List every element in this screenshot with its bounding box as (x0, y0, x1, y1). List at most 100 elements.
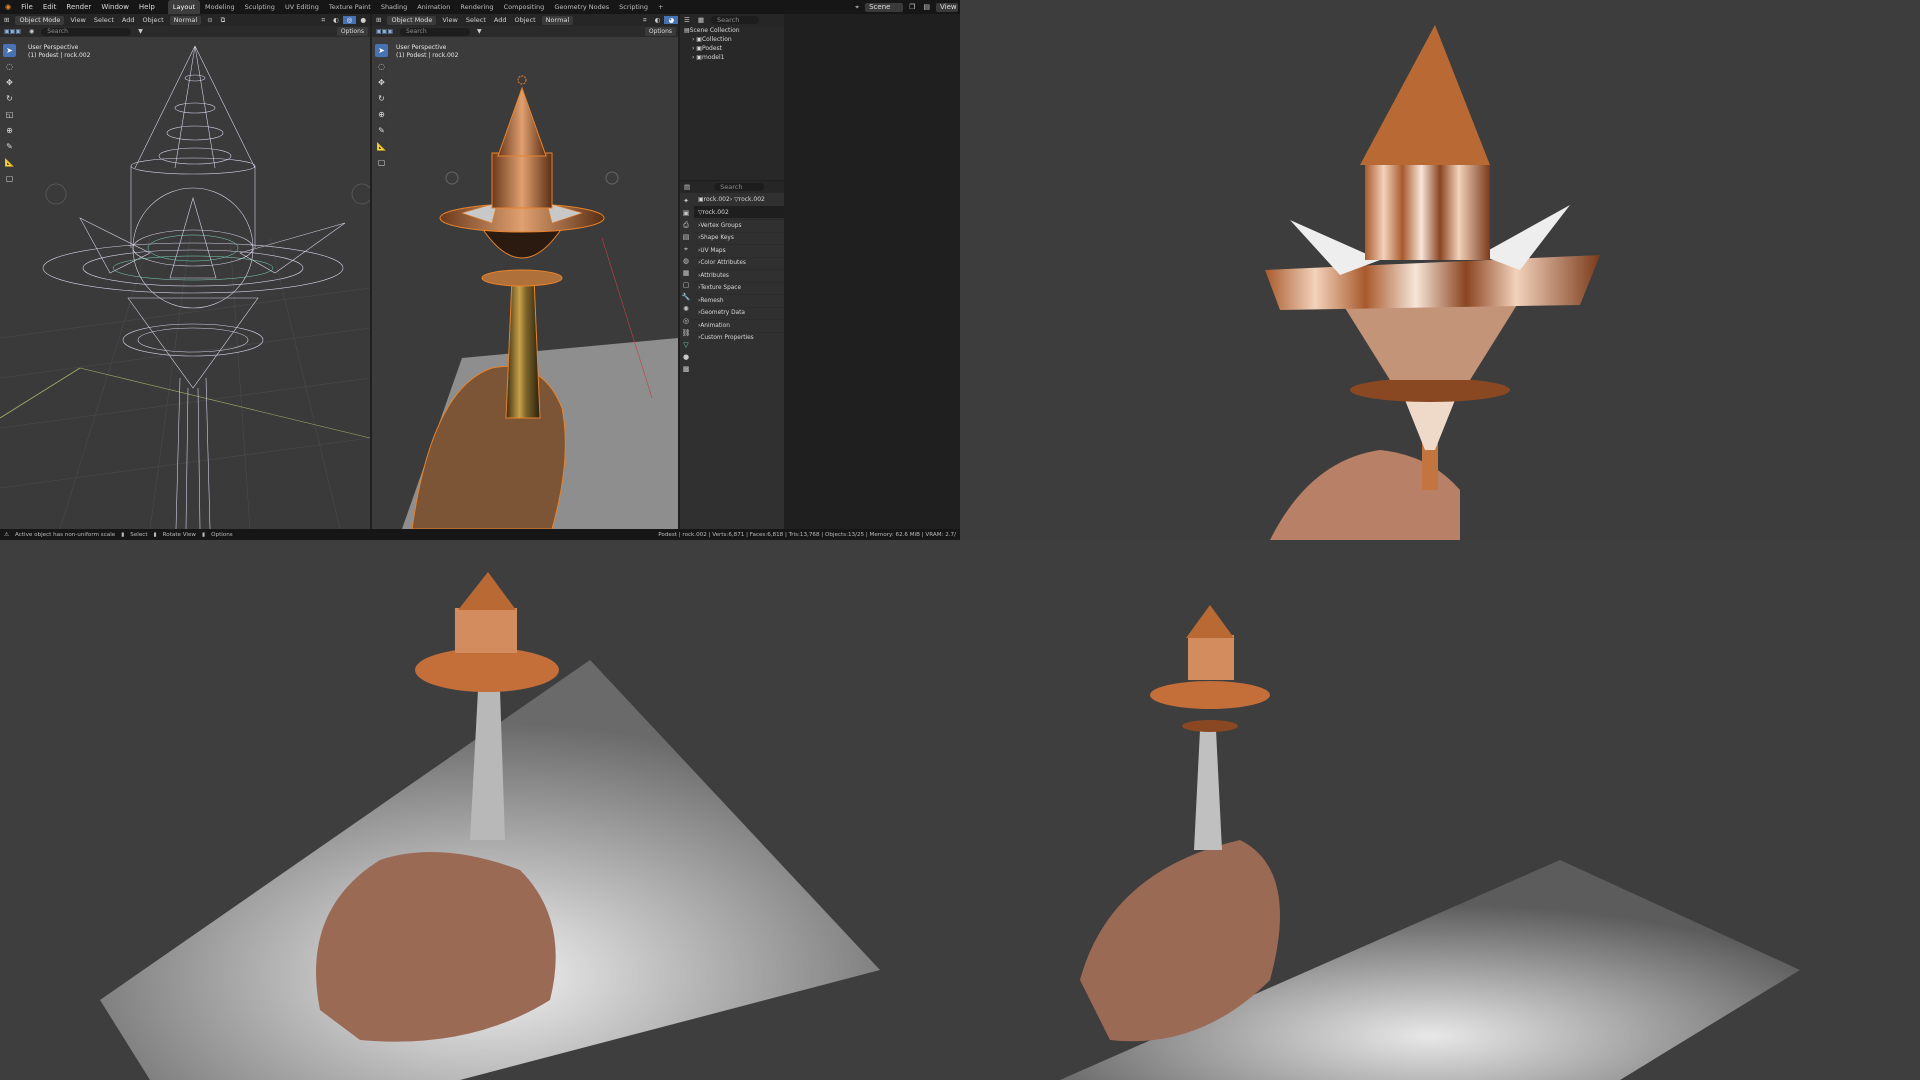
panel-color-attributes[interactable]: › Color Attributes (694, 256, 784, 270)
display-mode-icon[interactable]: ▦ (694, 16, 708, 24)
panel-animation[interactable]: › Animation (694, 319, 784, 332)
panel-label: Geometry Data (700, 310, 745, 317)
search-input[interactable]: Search (400, 27, 471, 36)
add-menu[interactable]: Add (118, 16, 139, 24)
mode-selector[interactable]: Object Mode (387, 15, 437, 25)
modifier-icon[interactable]: 🔧 (680, 291, 692, 303)
select-menu[interactable]: Select (90, 16, 118, 24)
outliner-item[interactable]: › ▣ model1 (680, 53, 784, 62)
tab-compositing[interactable]: Compositing (499, 0, 550, 14)
filter-icon[interactable]: ▼ (473, 28, 486, 35)
data-icon[interactable]: ▽ (680, 339, 692, 351)
mesh-name-field[interactable]: rock.002 (703, 209, 729, 216)
viewport-rendered[interactable]: ⊞ Object Mode View Select Add Object Nor… (372, 14, 678, 529)
workspace-tabs: Layout Modeling Sculpting UV Editing Texture… (167, 0, 669, 14)
panel-texture-space[interactable]: › Texture Space (694, 281, 784, 295)
physics-icon[interactable]: ◎ (680, 315, 692, 327)
tab-modeling[interactable]: Modeling (200, 0, 240, 14)
panel-label: Texture Space (700, 285, 742, 292)
tab-scripting[interactable]: Scripting (614, 0, 653, 14)
editor-type-icon[interactable]: ▤ (680, 183, 694, 191)
orientation-selector[interactable]: Normal (169, 15, 202, 25)
object-icon[interactable]: ▢ (680, 279, 692, 291)
mouse-middle-icon: ▮ (153, 531, 157, 538)
particles-icon[interactable]: ✺ (680, 303, 692, 315)
outliner-search-input[interactable]: Search (710, 16, 759, 24)
editor-type-icon[interactable]: ⊞ (0, 16, 13, 24)
visibility-icon[interactable]: ◉ (25, 28, 38, 35)
menu-window[interactable]: Window (96, 0, 134, 14)
material-icon[interactable]: ● (680, 351, 692, 363)
panel-shape-keys[interactable]: › Shape Keys (694, 231, 784, 245)
status-select: Select (130, 531, 148, 538)
options-button[interactable]: Options (336, 27, 368, 36)
menu-render[interactable]: Render (61, 0, 96, 14)
scene-selector[interactable]: Scene (865, 2, 904, 12)
viewport-wireframe[interactable]: ⊞ Object Mode View Select Add Object Nor… (0, 14, 370, 529)
panel-vertex-groups[interactable]: › Vertex Groups (694, 219, 784, 232)
mode-selector[interactable]: Object Mode (15, 15, 65, 25)
view-layer-icon[interactable]: ▤ (680, 231, 692, 243)
outliner-item[interactable]: › ▣ Collection (680, 35, 784, 44)
gizmo-icon[interactable]: ⌗ (639, 16, 651, 25)
view-layer-selector[interactable]: View (936, 2, 958, 12)
orientation-selector[interactable]: Normal (541, 15, 574, 25)
shading-wire-icon[interactable]: ◎ (342, 16, 357, 24)
collection-icon[interactable]: ▦ (680, 267, 692, 279)
selection-mode-icon[interactable]: ▣▣▣ (372, 28, 397, 35)
panel-uv-maps[interactable]: › UV Maps (694, 244, 784, 257)
panel-remesh[interactable]: › Remesh (694, 294, 784, 307)
object-menu[interactable]: Object (139, 16, 168, 24)
texture-icon[interactable]: ▩ (680, 363, 692, 375)
status-options: Options (211, 531, 233, 538)
rendered-model (402, 75, 678, 529)
view-menu[interactable]: View (438, 16, 461, 24)
menu-help[interactable]: Help (134, 0, 160, 14)
editor-type-icon[interactable]: ⊞ (372, 16, 385, 24)
scene-icon[interactable]: ⌖ (680, 243, 692, 255)
render-icon[interactable]: ▣ (680, 207, 692, 219)
shading-solid-icon[interactable]: ● (356, 16, 370, 24)
tab--[interactable]: + (653, 0, 668, 14)
properties-search-input[interactable]: Search (714, 183, 765, 191)
scene-icon[interactable]: ⌖ (851, 3, 863, 12)
overlay-icon[interactable]: ◐ (329, 16, 343, 24)
panel-label: Color Attributes (700, 260, 746, 267)
outliner-item[interactable]: › ▣ Podest (680, 44, 784, 53)
filter-icon[interactable]: ▼ (134, 28, 147, 35)
tab-sculpting[interactable]: Sculpting (240, 0, 280, 14)
tab-shading[interactable]: Shading (376, 0, 412, 14)
panel-attributes[interactable]: › Attributes (694, 269, 784, 282)
output-icon[interactable]: ⎙ (680, 219, 692, 231)
view-menu[interactable]: View (66, 16, 89, 24)
tool-icon[interactable]: ✦ (680, 195, 692, 207)
tab-animation[interactable]: Animation (412, 0, 455, 14)
tab-geometry-nodes[interactable]: Geometry Nodes (549, 0, 614, 14)
tab-uv-editing[interactable]: UV Editing (280, 0, 324, 14)
outliner-item[interactable]: ▤ Scene Collection (680, 26, 784, 35)
add-menu[interactable]: Add (490, 16, 511, 24)
view-layer-icon[interactable]: ▤ (919, 3, 934, 11)
select-menu[interactable]: Select (462, 16, 490, 24)
blender-logo-icon[interactable]: ◉ (0, 0, 16, 14)
tab-layout[interactable]: Layout (167, 0, 200, 14)
world-icon[interactable]: ◍ (680, 255, 692, 267)
overlay-icon[interactable]: ◐ (651, 16, 665, 24)
menu-edit[interactable]: Edit (38, 0, 62, 14)
options-button[interactable]: Options (644, 27, 676, 36)
tab-rendering[interactable]: Rendering (455, 0, 498, 14)
constraints-icon[interactable]: ⛓ (680, 327, 692, 339)
search-input[interactable]: Search (41, 27, 132, 36)
panel-geometry-data[interactable]: › Geometry Data (694, 306, 784, 320)
panel-custom-properties[interactable]: › Custom Properties (694, 331, 784, 345)
copy-icon[interactable]: ❐ (905, 3, 919, 11)
object-menu[interactable]: Object (511, 16, 540, 24)
selection-mode-icon[interactable]: ▣▣▣ (0, 28, 25, 35)
pivot-icon[interactable]: ⊙ (203, 16, 216, 24)
shading-material-icon[interactable]: ◕ (664, 16, 678, 24)
gizmo-icon[interactable]: ⌗ (317, 16, 329, 25)
editor-type-icon[interactable]: ☰ (680, 16, 694, 24)
tab-texture-paint[interactable]: Texture Paint (324, 0, 376, 14)
menu-file[interactable]: File (16, 0, 38, 14)
snap-icon[interactable]: ⧉ (217, 16, 230, 25)
